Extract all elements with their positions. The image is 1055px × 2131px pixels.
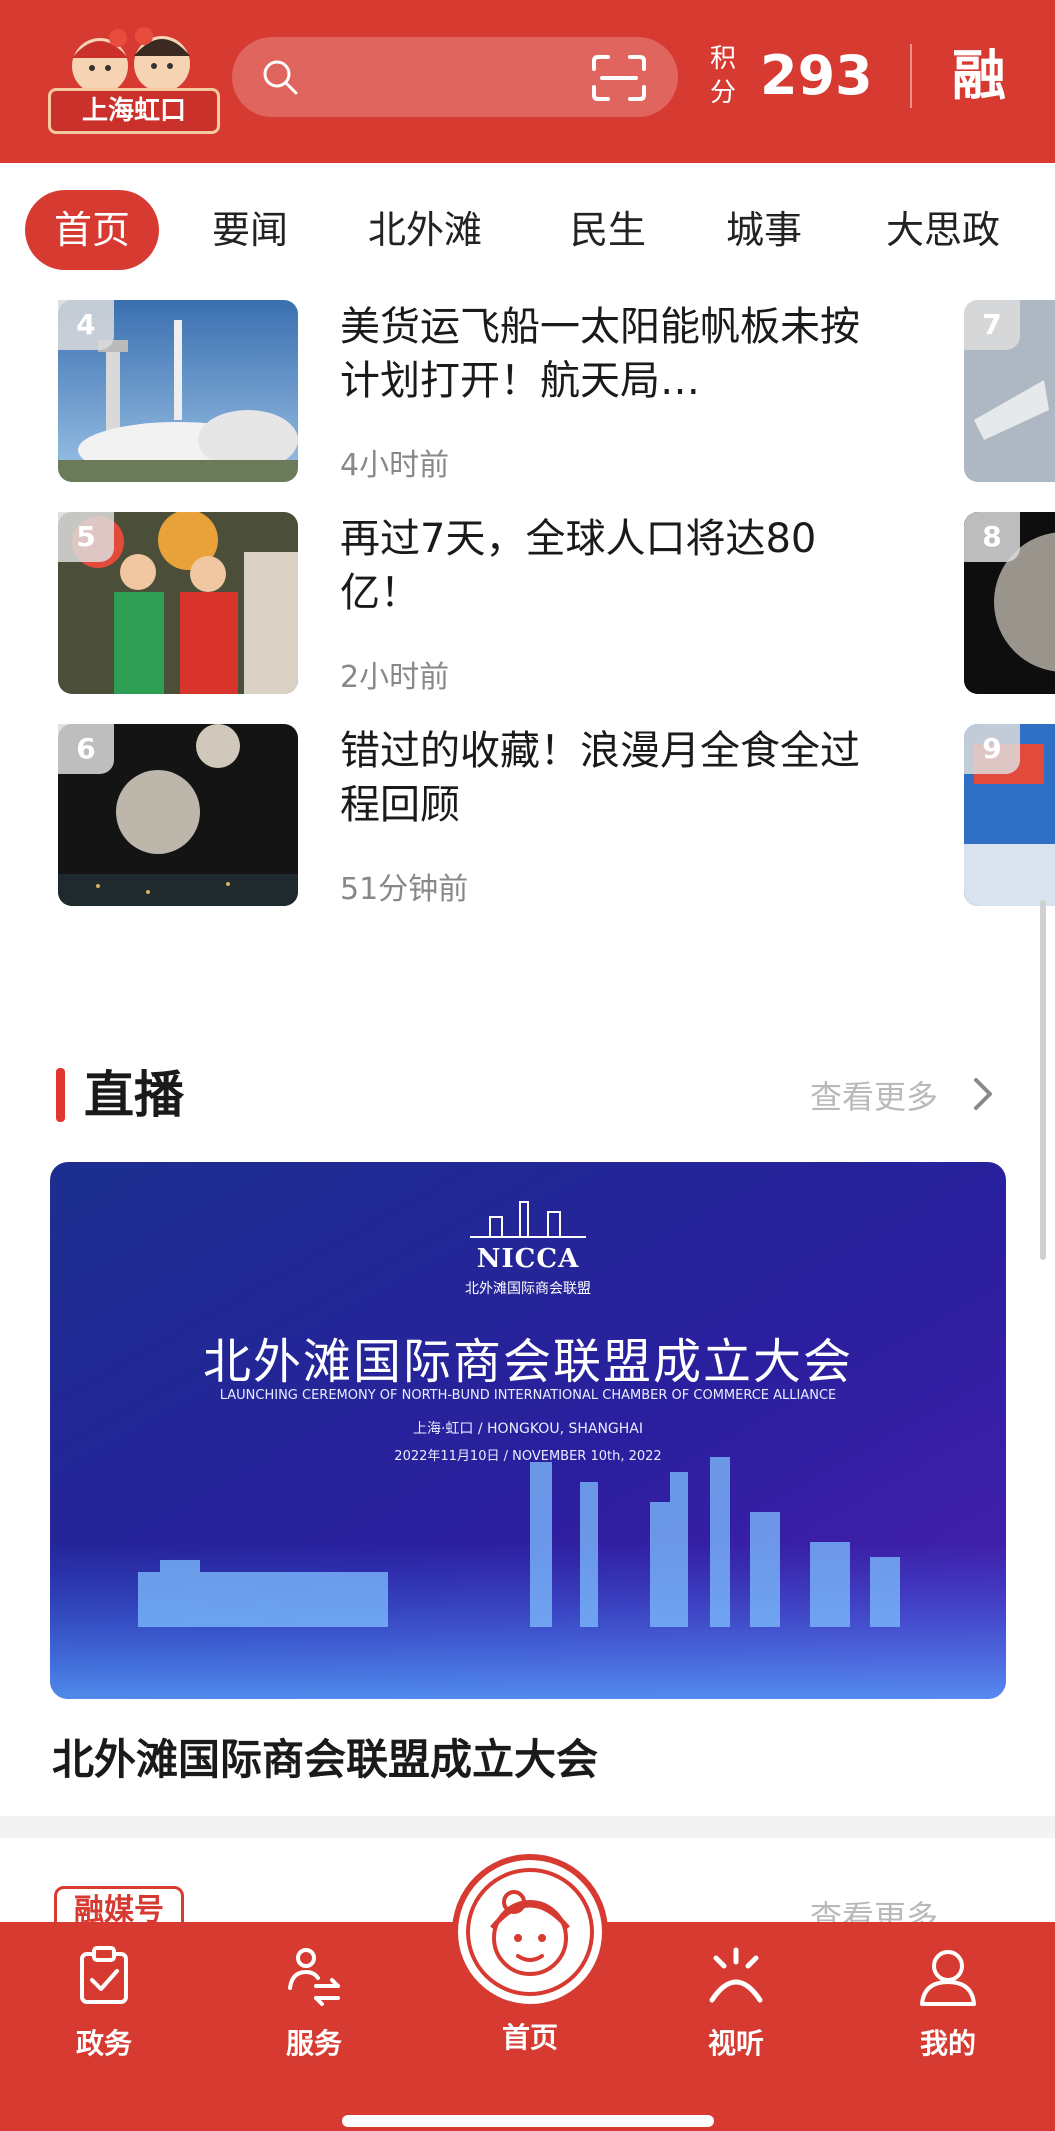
search-icon xyxy=(263,60,298,95)
news-item[interactable]: 5 再过7天，全球人口将达80亿！ 2小时前 xyxy=(0,512,900,702)
nav-item-government[interactable]: 政务 xyxy=(44,1944,164,2062)
live-more-link[interactable]: 查看更多 xyxy=(810,1072,938,1118)
logo-label: 上海虹口 xyxy=(48,88,220,134)
rank-badge: 6 xyxy=(58,724,114,774)
tab-livelihood[interactable]: 民生 xyxy=(548,190,668,270)
banner-org: NICCA xyxy=(476,1244,580,1274)
banner-org-cn: 北外滩国际商会联盟 xyxy=(465,1281,591,1297)
side-news-thumbnail[interactable]: 8 xyxy=(964,512,1055,694)
chevron-right-icon[interactable] xyxy=(970,1074,996,1114)
nav-item-service[interactable]: 服务 xyxy=(254,1944,374,2062)
nav-label: 视听 xyxy=(707,2027,764,2060)
banner-location: 上海·虹口 / HONGKOU, SHANGHAI xyxy=(412,1421,644,1437)
search-bar[interactable] xyxy=(232,37,678,117)
clipboard-check-icon xyxy=(80,1946,128,2004)
nav-item-media[interactable]: 视听 xyxy=(676,1944,796,2062)
banner-date: 2022年11月10日 / NOVEMBER 10th, 2022 xyxy=(394,1449,662,1464)
service-person-icon xyxy=(288,1948,340,2006)
top-header: 上海虹口 积分 293 融 xyxy=(0,0,1055,163)
mascot-home-icon xyxy=(466,1868,594,1996)
nav-label-home: 首页 xyxy=(501,2021,558,2054)
live-caption[interactable]: 北外滩国际商会联盟成立大会 xyxy=(52,1726,598,1787)
tab-headlines[interactable]: 要闻 xyxy=(190,190,310,270)
news-item[interactable]: 6 错过的收藏！浪漫月全食全过程回顾 51分钟前 xyxy=(0,724,900,914)
rank-badge: 7 xyxy=(964,300,1020,350)
news-title[interactable]: 错过的收藏！浪漫月全食全过程回顾 xyxy=(340,724,860,832)
scrollbar[interactable] xyxy=(1040,900,1046,1260)
home-indicator[interactable] xyxy=(342,2115,714,2127)
rank-badge: 4 xyxy=(58,300,114,350)
shanghai-hongkou-logo[interactable]: 上海虹口 xyxy=(40,18,230,138)
news-item[interactable]: 4 美货运飞船一太阳能帆板未按计划打开！航天局… 4小时前 xyxy=(0,300,900,490)
live-banner[interactable]: NICCA 北外滩国际商会联盟 北外滩国际商会联盟成立大会 LAUNCHING … xyxy=(50,1162,1006,1699)
points-label: 积分 xyxy=(709,44,736,108)
rong-button[interactable]: 融 xyxy=(952,40,1006,112)
banner-title-en: LAUNCHING CEREMONY OF NORTH-BUND INTERNA… xyxy=(219,1388,837,1403)
tab-north-bund[interactable]: 北外滩 xyxy=(360,190,490,270)
rank-badge: 9 xyxy=(964,724,1020,774)
channel-tabs: 首页 要闻 北外滩 民生 城事 大思政 xyxy=(0,190,1055,270)
section-separator xyxy=(0,1816,1055,1838)
news-time: 4小时前 xyxy=(340,448,450,483)
side-news-thumbnail[interactable]: 9 xyxy=(964,724,1055,906)
nav-label: 服务 xyxy=(285,2027,342,2060)
nav-item-home[interactable] xyxy=(452,1854,608,2010)
mascot-kids-icon xyxy=(72,27,190,94)
scan-icon[interactable] xyxy=(590,53,648,103)
broadcast-icon xyxy=(709,1947,763,2003)
user-icon xyxy=(920,1950,976,2006)
nav-label: 政务 xyxy=(75,2027,132,2060)
live-section-title: 直播 xyxy=(84,1066,184,1124)
nav-label: 我的 xyxy=(919,2027,976,2060)
news-title[interactable]: 再过7天，全球人口将达80亿！ xyxy=(340,512,860,620)
rank-badge: 8 xyxy=(964,512,1020,562)
tab-home[interactable]: 首页 xyxy=(25,190,159,270)
banner-title-cn: 北外滩国际商会联盟成立大会 xyxy=(202,1334,853,1390)
news-time: 51分钟前 xyxy=(340,872,469,907)
side-news-thumbnail[interactable]: 7 xyxy=(964,300,1055,482)
section-accent-bar xyxy=(56,1068,65,1122)
rank-badge: 5 xyxy=(58,512,114,562)
tab-ideology[interactable]: 大思政 xyxy=(868,190,1018,270)
tab-city[interactable]: 城事 xyxy=(704,190,824,270)
points-value[interactable]: 293 xyxy=(760,40,873,112)
header-divider xyxy=(910,44,912,108)
news-time: 2小时前 xyxy=(340,660,450,695)
nav-item-profile[interactable]: 我的 xyxy=(888,1944,1008,2062)
news-title[interactable]: 美货运飞船一太阳能帆板未按计划打开！航天局… xyxy=(340,300,860,408)
